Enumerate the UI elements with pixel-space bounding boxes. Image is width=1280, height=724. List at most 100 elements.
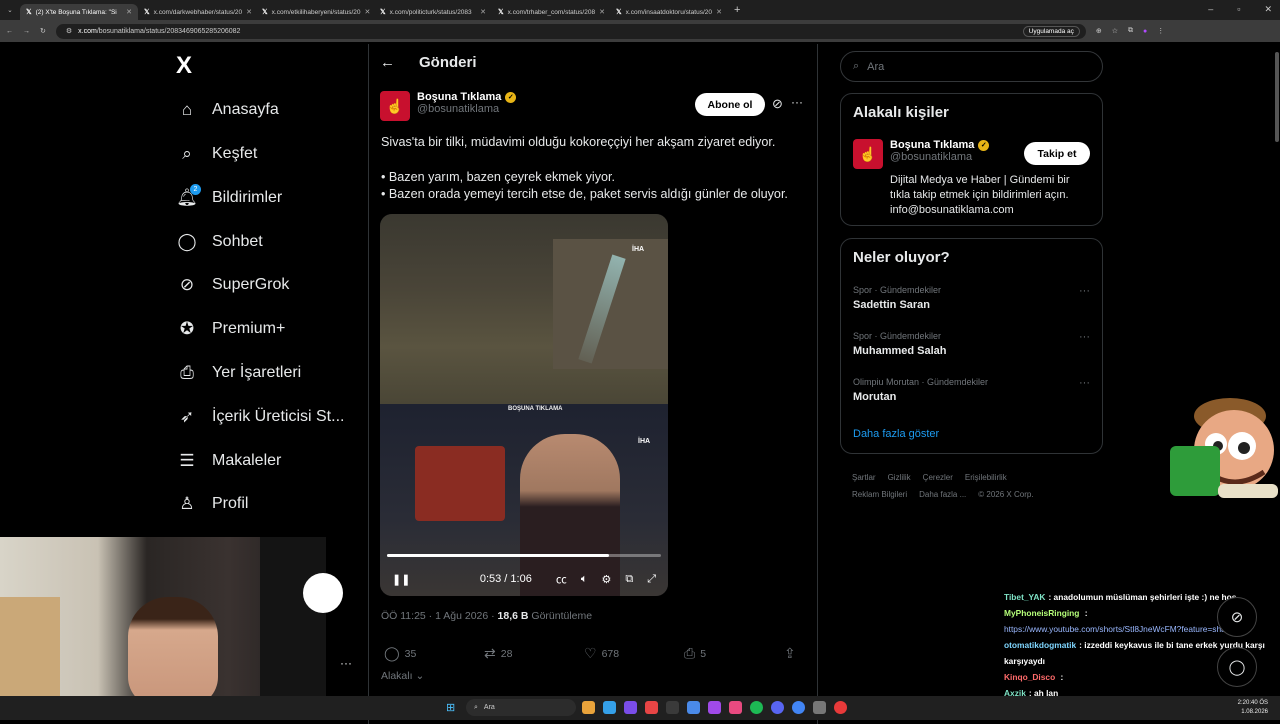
share-button[interactable]: ⇪ (784, 645, 796, 662)
browser-tab[interactable]: 𝕏x.com/etkilihaberyeni/status/20 ✕ (256, 4, 374, 20)
app-icon[interactable] (834, 701, 847, 714)
close-tab-icon[interactable]: ✕ (126, 8, 132, 16)
nav-item-article[interactable]: ☰ Makaleler (176, 450, 281, 472)
footer-link[interactable]: Çerezler (923, 473, 953, 482)
author-name[interactable]: Boşuna Tıklama (417, 91, 501, 103)
person-avatar[interactable]: ☝ (853, 139, 883, 169)
video-progress-bar[interactable] (387, 554, 661, 557)
footer-link[interactable]: Şartlar (852, 473, 876, 482)
star-icon[interactable]: ☆ (1112, 27, 1118, 35)
maximize-icon[interactable]: ▫ (1237, 4, 1240, 15)
close-tab-icon[interactable]: ✕ (480, 8, 486, 16)
pause-icon[interactable]: ❚❚ (392, 573, 410, 586)
chat-link[interactable]: https://www.youtube.com/shorts/Stl8JneWc… (1004, 624, 1233, 634)
show-more-link[interactable]: Daha fazla göster (853, 428, 939, 440)
messages-floating-icon[interactable]: ◯ (1217, 647, 1257, 687)
edge-icon[interactable] (603, 701, 616, 714)
settings-icon[interactable]: ⚙ (601, 573, 611, 586)
follow-button[interactable]: Takip et (1024, 142, 1090, 165)
subscribe-button[interactable]: Abone ol (695, 93, 765, 116)
nav-item-bell[interactable]: 🔔︎ 2 Bildirimler (176, 184, 282, 209)
reload-icon[interactable]: ↻ (40, 27, 46, 35)
nav-item-search[interactable]: ⌕ Keşfet (176, 143, 257, 165)
app-icon[interactable] (687, 701, 700, 714)
extensions-icon[interactable]: ⧉ (1128, 27, 1133, 35)
app-icon[interactable] (813, 701, 826, 714)
reply-button[interactable]: ◯ 35 (384, 645, 484, 662)
app-icon[interactable] (645, 701, 658, 714)
footer-link[interactable]: Gizlilik (888, 473, 911, 482)
browser-tab[interactable]: 𝕏x.com/insaatdoktoru/status/20 ✕ (610, 4, 728, 20)
close-tab-icon[interactable]: ✕ (599, 8, 605, 16)
nav-item-chat[interactable]: ◯ Sohbet (176, 231, 262, 253)
related-dropdown[interactable]: Alakalı ⌄ (381, 670, 424, 682)
app-icon[interactable] (729, 701, 742, 714)
scrollbar[interactable] (1274, 44, 1280, 144)
browser-tab[interactable]: 𝕏x.com/darkwebhaber/status/20 ✕ (138, 4, 256, 20)
browser-tab[interactable]: 𝕏 (2) X'te Boşuna Tıklama: "Si ✕ (20, 4, 138, 20)
system-clock[interactable]: 2:20:40 ÖS 1.08.2026 (1238, 699, 1268, 717)
url-field[interactable]: ⚙ x.com/bosunatiklama/status/20834690652… (55, 23, 1086, 39)
video-player[interactable]: İHA İHA BOŞUNA TIKLAMA ❚❚ 0:53 / 1:06 ㏄ … (380, 214, 668, 596)
app-icon[interactable] (708, 701, 721, 714)
volume-icon[interactable]: 🔈︎ (581, 573, 588, 586)
x-logo[interactable]: X (176, 52, 192, 80)
chrome-icon[interactable] (792, 701, 805, 714)
bookmark-button[interactable]: ⎙ 5 (684, 645, 784, 662)
close-tab-icon[interactable]: ✕ (246, 8, 252, 16)
back-arrow-icon[interactable]: ← (380, 54, 395, 71)
more-options-icon[interactable]: ··· (1079, 285, 1090, 297)
explorer-icon[interactable] (582, 701, 595, 714)
search-input[interactable]: ⌕ Ara (840, 51, 1103, 82)
nav-item-profile[interactable]: ♙ Profil (176, 493, 248, 515)
forward-icon[interactable]: → (23, 28, 30, 35)
grok-icon[interactable]: ⊘ (772, 96, 783, 112)
taskbar-search[interactable]: ⌕ Ara (466, 699, 576, 716)
compose-button[interactable] (303, 573, 343, 613)
back-icon[interactable]: ← (6, 28, 13, 35)
close-window-icon[interactable]: ✕ (1264, 4, 1272, 15)
windows-start-icon[interactable]: ⊞ (446, 701, 455, 714)
more-options-icon[interactable]: ··· (1079, 331, 1090, 343)
author-avatar[interactable]: ☝ (380, 91, 410, 121)
trend-item[interactable]: Olimpiu Morutan · Gündemdekiler Morutan (853, 377, 988, 403)
person-name[interactable]: Boşuna Tıklama (890, 139, 974, 151)
new-tab-icon[interactable]: + (728, 4, 740, 16)
spotify-icon[interactable] (750, 701, 763, 714)
author-handle[interactable]: @bosunatiklama (417, 103, 516, 115)
footer-link[interactable]: Erişilebilirlik (965, 473, 1007, 482)
close-tab-icon[interactable]: ✕ (365, 8, 371, 16)
more-options-icon[interactable]: ··· (791, 95, 803, 109)
browser-menu-icon[interactable]: ⋮ (1157, 27, 1164, 35)
trend-item[interactable]: Spor · Gündemdekiler Sadettin Saran (853, 285, 941, 311)
profile-avatar-icon[interactable]: ● (1143, 28, 1147, 35)
tab-search-icon[interactable]: ⌄ (0, 6, 20, 14)
zoom-icon[interactable]: ⊕ (1096, 27, 1102, 35)
nav-item-home[interactable]: ⌂ Anasayfa (176, 99, 279, 121)
app-icon[interactable] (666, 701, 679, 714)
fullscreen-icon[interactable]: ⤢ (647, 573, 656, 586)
close-tab-icon[interactable]: ✕ (716, 8, 722, 16)
post-timestamp[interactable]: ÖÖ 11:25 · 1 Ağu 2026 · (381, 610, 498, 622)
person-handle[interactable]: @bosunatiklama (890, 151, 989, 163)
discord-icon[interactable] (771, 701, 784, 714)
app-icon[interactable] (624, 701, 637, 714)
trend-item[interactable]: Spor · Gündemdekiler Muhammed Salah (853, 331, 947, 357)
nav-item-premium[interactable]: ✪ Premium+ (176, 318, 285, 340)
browser-tab[interactable]: 𝕏x.com/trhaber_com/status/208 ✕ (492, 4, 610, 20)
repost-button[interactable]: ⇄ 28 (484, 645, 584, 662)
captions-icon[interactable]: ㏄ (556, 571, 567, 587)
more-options-icon[interactable]: ··· (1079, 377, 1090, 389)
nav-item-bookmark[interactable]: ⎙ Yer İşaretleri (176, 362, 301, 384)
browser-tab[interactable]: 𝕏x.com/politicturk/status/2083 ✕ (374, 4, 492, 20)
footer-link[interactable]: Daha fazla ... (919, 490, 966, 499)
pip-icon[interactable]: ⧉ (625, 573, 633, 586)
grok-floating-icon[interactable]: ⊘ (1217, 597, 1257, 637)
minimize-icon[interactable]: – (1208, 4, 1213, 15)
footer-link[interactable]: Reklam Bilgileri (852, 490, 907, 499)
nav-item-grok[interactable]: ⊘ SuperGrok (176, 274, 290, 296)
open-in-app-button[interactable]: Uygulamada aç (1022, 25, 1080, 37)
site-info-icon[interactable]: ⚙ (66, 27, 72, 35)
account-menu-icon[interactable]: ··· (340, 656, 352, 670)
like-button[interactable]: ♡ 678 (584, 645, 684, 662)
